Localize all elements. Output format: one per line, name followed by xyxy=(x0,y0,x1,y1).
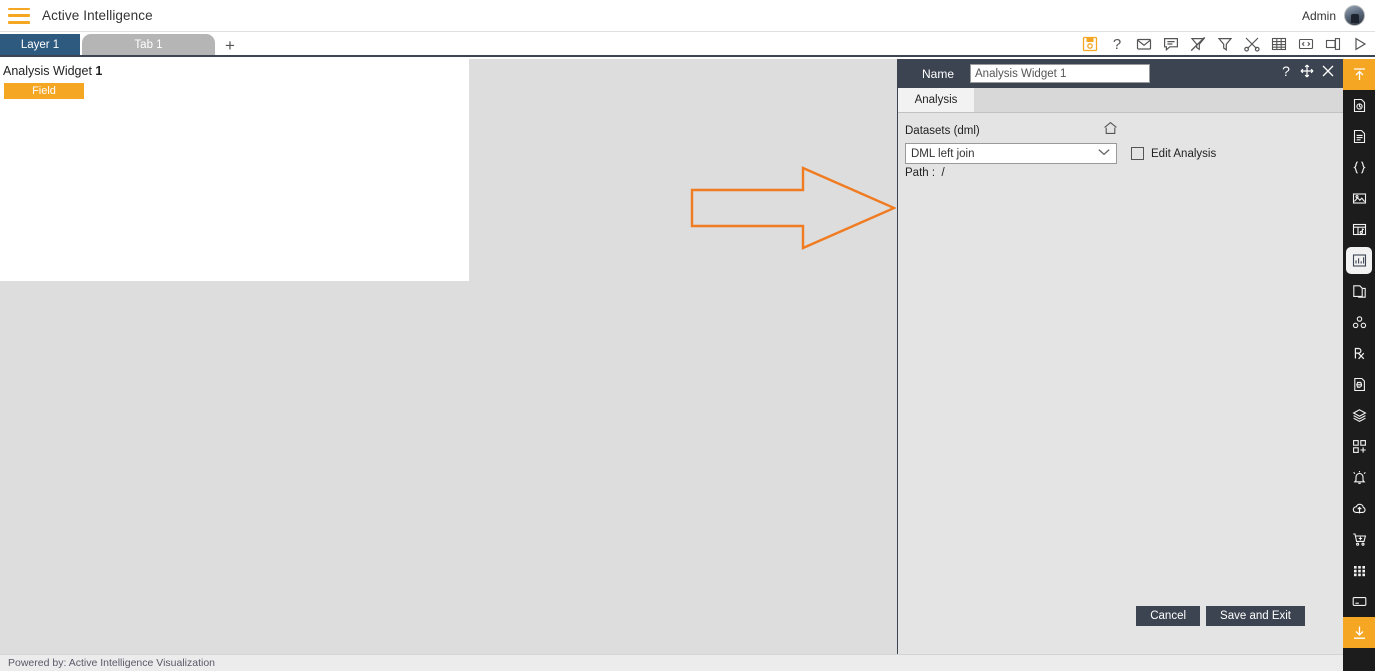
help-icon[interactable]: ? xyxy=(1109,36,1126,53)
home-icon[interactable] xyxy=(1103,121,1118,140)
analysis-panel: Name ? Analysis xyxy=(897,59,1343,654)
right-icon-rail xyxy=(1343,59,1375,671)
media-panel-icon[interactable] xyxy=(1343,214,1375,245)
panel-name-label: Name xyxy=(921,66,954,81)
tools-icon[interactable] xyxy=(1244,36,1261,53)
edit-analysis-checkbox[interactable] xyxy=(1131,147,1144,160)
toolbar-icons: ? xyxy=(1082,36,1369,55)
collapse-up-icon[interactable] xyxy=(1343,59,1375,90)
add-tab-button[interactable]: + xyxy=(225,37,235,55)
save-and-exit-button[interactable]: Save and Exit xyxy=(1206,605,1305,626)
alert-bell-icon[interactable] xyxy=(1343,462,1375,493)
filter-icon[interactable] xyxy=(1217,36,1234,53)
copy-page-icon[interactable] xyxy=(1343,276,1375,307)
add-widget-icon[interactable] xyxy=(1343,431,1375,462)
tab-layer-1[interactable]: Layer 1 xyxy=(0,34,80,55)
prescription-icon[interactable] xyxy=(1343,338,1375,369)
dataset-select[interactable]: DML left join xyxy=(905,143,1117,164)
application-root: Active Intelligence Admin Layer 1 Tab 1 … xyxy=(0,0,1375,671)
panel-body: Datasets (dml) DML left join Edit Analys… xyxy=(898,113,1343,633)
layers-icon[interactable] xyxy=(1343,400,1375,431)
panel-titlebar: Name ? xyxy=(898,59,1343,88)
datasets-row: Datasets (dml) xyxy=(905,121,1118,140)
document-icon[interactable] xyxy=(1343,121,1375,152)
image-icon[interactable] xyxy=(1343,183,1375,214)
window-icon[interactable] xyxy=(1343,586,1375,617)
move-icon[interactable] xyxy=(1300,64,1314,83)
path-row: Path : / xyxy=(905,167,1343,179)
svg-text:?: ? xyxy=(1282,63,1290,79)
duplicate-icon[interactable] xyxy=(1325,36,1342,53)
edit-analysis-label: Edit Analysis xyxy=(1151,147,1217,160)
grid-icon[interactable] xyxy=(1343,555,1375,586)
dataset-select-row: DML left join Edit Analysis xyxy=(905,143,1343,164)
cluster-icon[interactable] xyxy=(1343,307,1375,338)
avatar[interactable] xyxy=(1344,5,1365,26)
widget-name-input[interactable] xyxy=(970,64,1150,83)
canvas-area: Analysis Widget 1 Field xyxy=(0,59,897,654)
datasets-label: Datasets (dml) xyxy=(905,124,980,137)
cloud-upload-icon[interactable] xyxy=(1343,493,1375,524)
hamburger-icon[interactable] xyxy=(8,7,30,24)
footer-text: Powered by: Active Intelligence Visualiz… xyxy=(8,657,216,669)
tab-strip: Layer 1 Tab 1 + ? xyxy=(0,32,1375,57)
edit-analysis-checkbox-row[interactable]: Edit Analysis xyxy=(1131,147,1216,160)
script-icon[interactable] xyxy=(1343,369,1375,400)
chevron-down-icon xyxy=(1097,147,1111,160)
add-to-cart-icon[interactable] xyxy=(1343,524,1375,555)
collapse-down-icon[interactable] xyxy=(1343,617,1375,648)
tab-analysis[interactable]: Analysis xyxy=(898,88,974,112)
run-icon[interactable] xyxy=(1352,36,1369,53)
orange-right-arrow-icon xyxy=(690,164,897,257)
widget-title-prefix: Analysis Widget xyxy=(3,64,96,78)
app-title: Active Intelligence xyxy=(42,8,153,23)
help-icon[interactable]: ? xyxy=(1279,63,1293,84)
header-user-area: Admin xyxy=(1302,5,1365,26)
panel-title-icons: ? xyxy=(1279,63,1335,84)
svg-text:?: ? xyxy=(1113,36,1121,52)
code-icon[interactable] xyxy=(1298,36,1315,53)
comment-icon[interactable] xyxy=(1163,36,1180,53)
field-chip[interactable]: Field xyxy=(4,83,84,99)
table-icon[interactable] xyxy=(1271,36,1288,53)
braces-icon[interactable] xyxy=(1343,152,1375,183)
page-refresh-icon[interactable] xyxy=(1343,90,1375,121)
mail-icon[interactable] xyxy=(1136,36,1153,53)
chart-icon[interactable] xyxy=(1343,245,1375,276)
tab-page-1[interactable]: Tab 1 xyxy=(82,34,215,55)
widget-title-number: 1 xyxy=(95,64,103,78)
clear-filter-icon[interactable] xyxy=(1190,36,1207,53)
path-label: Path : xyxy=(905,167,936,179)
top-header: Active Intelligence Admin xyxy=(0,0,1375,32)
footer-bar: Powered by: Active Intelligence Visualiz… xyxy=(0,654,1343,671)
widget-title: Analysis Widget 1 xyxy=(3,64,469,78)
cancel-button[interactable]: Cancel xyxy=(1136,605,1201,626)
path-value: / xyxy=(941,167,945,179)
panel-footer: Cancel Save and Exit xyxy=(898,598,1343,633)
analysis-widget-card[interactable]: Analysis Widget 1 Field xyxy=(0,59,469,281)
panel-tabs: Analysis xyxy=(898,88,1343,113)
close-icon[interactable] xyxy=(1321,64,1335,83)
user-label: Admin xyxy=(1301,8,1336,23)
save-icon[interactable] xyxy=(1082,36,1099,53)
dataset-select-value: DML left join xyxy=(911,147,975,160)
